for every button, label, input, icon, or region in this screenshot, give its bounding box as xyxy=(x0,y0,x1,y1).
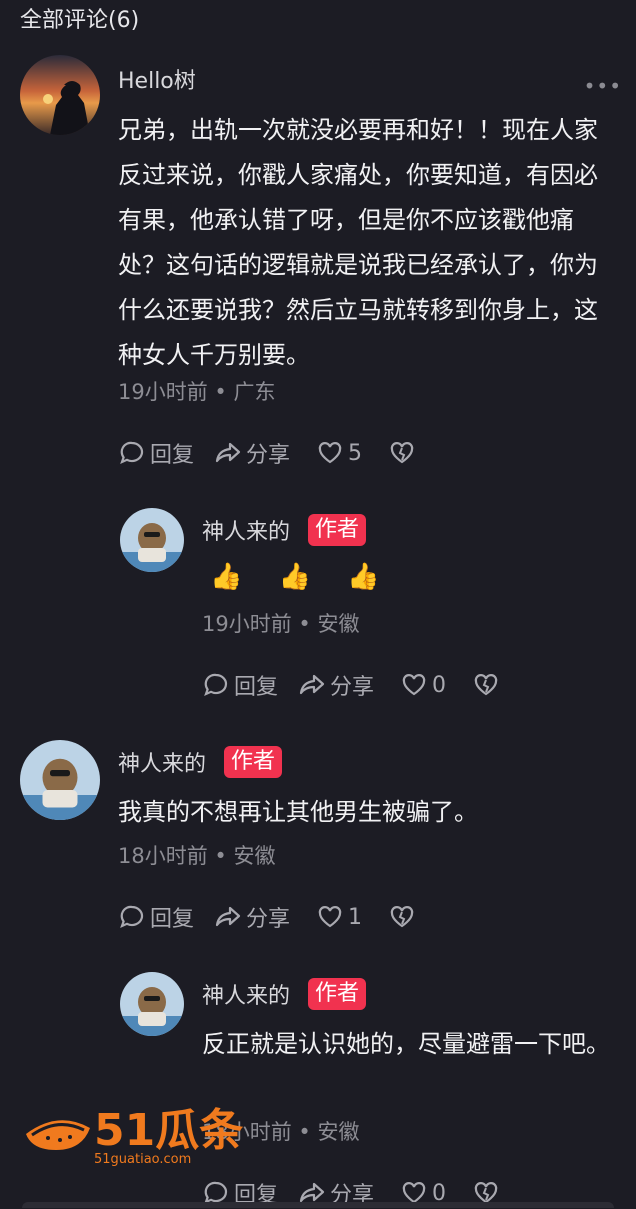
share-arrow-icon xyxy=(215,906,241,927)
comment-text: 我真的不想再让其他男生被骗了。 xyxy=(118,798,478,826)
broken-heart-icon xyxy=(390,442,414,464)
broken-heart-icon xyxy=(474,674,498,696)
dislike-button[interactable] xyxy=(472,671,504,699)
reply-label: 回复 xyxy=(150,907,195,932)
reply-button[interactable]: 回复 xyxy=(202,669,278,701)
author-badge: 作者 xyxy=(308,514,367,546)
dislike-button[interactable] xyxy=(388,439,420,467)
like-button[interactable]: 0 xyxy=(400,671,446,699)
comment-author[interactable]: 神人来的 xyxy=(202,978,290,1010)
like-count: 1 xyxy=(348,904,363,930)
more-options-icon[interactable]: ••• xyxy=(584,74,622,98)
share-arrow-icon xyxy=(215,442,241,463)
avatar[interactable] xyxy=(20,55,100,135)
share-label: 分享 xyxy=(330,675,375,700)
comment-author[interactable]: 神人来的 xyxy=(202,514,290,546)
avatar[interactable] xyxy=(120,508,184,572)
watermelon-logo-icon xyxy=(26,1120,90,1150)
watermark-text: 51瓜条 xyxy=(94,1105,244,1156)
comment-meta: 19小时前 • 安徽 xyxy=(202,612,360,636)
watermark-logo: 51瓜条 51guatiao.com xyxy=(22,1108,243,1167)
chat-bubble-icon xyxy=(120,441,144,465)
reply-button[interactable]: 回复 xyxy=(118,437,194,469)
like-count: 5 xyxy=(348,440,363,466)
comment-author[interactable]: 神人来的 xyxy=(118,746,206,778)
comment-author[interactable]: Hello树 xyxy=(118,63,196,95)
share-arrow-icon xyxy=(299,674,325,695)
reply-button[interactable]: 回复 xyxy=(118,901,194,933)
author-badge: 作者 xyxy=(224,746,283,778)
avatar[interactable] xyxy=(20,740,100,820)
comment-text: 兄弟，出轨一次就没必要再和好！！现在人家反过来说，你戳人家痛处，你要知道，有因必… xyxy=(118,116,598,369)
heart-icon xyxy=(318,906,342,928)
reply-label: 回复 xyxy=(234,675,279,700)
chat-bubble-icon xyxy=(120,905,144,929)
share-label: 分享 xyxy=(246,907,291,932)
comment-meta: 19小时前 • 广东 xyxy=(118,380,276,404)
comment-meta: 18小时前 • 安徽 xyxy=(118,844,276,868)
like-button[interactable]: 5 xyxy=(316,439,362,467)
like-count: 0 xyxy=(432,672,447,698)
watermark-url: 51guatiao.com xyxy=(94,1152,192,1167)
share-button[interactable]: 分享 xyxy=(214,437,290,469)
share-label: 分享 xyxy=(246,443,291,468)
broken-heart-icon xyxy=(390,906,414,928)
heart-icon xyxy=(402,674,426,696)
like-button[interactable]: 1 xyxy=(316,903,362,931)
avatar[interactable] xyxy=(120,972,184,1036)
author-badge: 作者 xyxy=(308,978,367,1010)
chat-bubble-icon xyxy=(204,673,228,697)
reply-label: 回复 xyxy=(150,443,195,468)
share-button[interactable]: 分享 xyxy=(298,669,374,701)
comment-text: 反正就是认识她的，尽量避雷一下吧。 xyxy=(202,1030,610,1058)
heart-icon xyxy=(318,442,342,464)
dislike-button[interactable] xyxy=(388,903,420,931)
share-button[interactable]: 分享 xyxy=(214,901,290,933)
bottom-sheet-edge xyxy=(22,1202,614,1208)
comments-header: 全部评论(6) xyxy=(20,8,140,33)
comment-text: 👍 👍 👍 xyxy=(210,562,394,592)
